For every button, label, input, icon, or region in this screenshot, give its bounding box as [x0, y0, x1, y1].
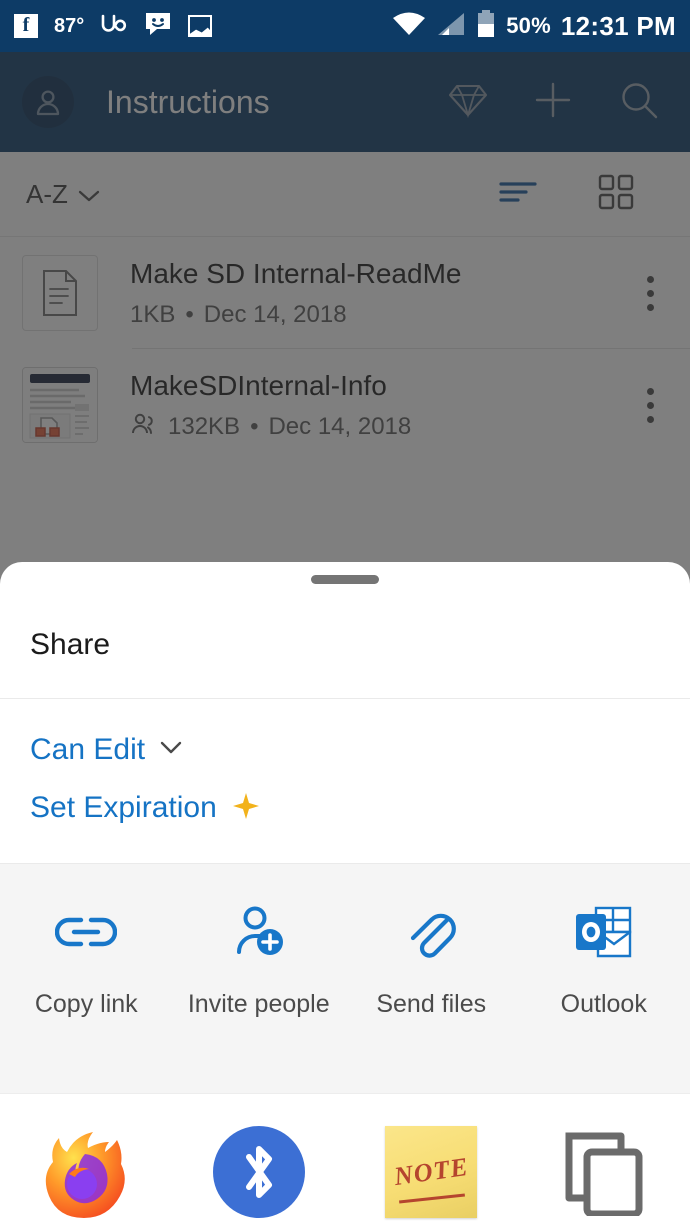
facebook-icon: f — [14, 14, 38, 38]
firefox-icon — [38, 1126, 134, 1220]
set-expiration-label: Set Expiration — [30, 791, 217, 824]
battery-percent: 50% — [506, 13, 551, 38]
share-options-block: Can Edit Set Expiration — [0, 699, 690, 864]
chevron-down-icon — [159, 740, 183, 760]
send-files-label: Send files — [376, 990, 487, 1018]
link-icon — [55, 904, 118, 960]
send-files-action[interactable]: Send files — [345, 864, 518, 1019]
note-icon-label: NOTE — [392, 1151, 471, 1192]
outlook-action[interactable]: Outlook — [518, 864, 690, 1019]
wifi-full-icon — [392, 11, 426, 42]
copy-link-label: Copy link — [34, 990, 138, 1018]
bluetooth-app-target[interactable] — [173, 1126, 346, 1218]
permission-label: Can Edit — [30, 733, 146, 766]
status-bar-left: f 87° — [14, 11, 213, 42]
copy-link-action[interactable]: Copy link — [0, 864, 173, 1019]
messages-smiley-icon — [144, 11, 172, 42]
add-person-icon — [231, 904, 287, 960]
clock-time: 12:31 PM — [560, 10, 676, 41]
invite-people-action[interactable]: Invite people — [173, 864, 346, 1019]
share-bottom-sheet: Share Can Edit Set Expiration Copy link — [0, 562, 690, 1227]
set-expiration-button[interactable]: Set Expiration — [30, 779, 660, 837]
copy-to-clipboard-icon — [556, 1126, 652, 1216]
outlook-label: Outlook — [560, 990, 647, 1018]
copy-to-clipboard-target[interactable] — [518, 1126, 690, 1216]
drag-handle[interactable] — [311, 575, 379, 584]
outlook-icon — [575, 904, 632, 960]
share-target-apps-strip: NOTE — [0, 1094, 690, 1218]
note-icon: NOTE — [383, 1126, 479, 1218]
bluetooth-icon — [211, 1126, 307, 1218]
share-sheet-header: Share — [0, 575, 690, 699]
battery-half-icon — [476, 9, 496, 43]
upwork-icon — [100, 12, 128, 41]
screenshot-image-icon — [188, 15, 213, 37]
share-actions-strip: Copy link Invite people Send files Outlo… — [0, 864, 690, 1094]
share-sheet-title: Share — [30, 628, 111, 661]
weather-temperature: 87° — [54, 14, 85, 37]
note-app-target[interactable]: NOTE — [345, 1126, 518, 1218]
cellular-signal-icon — [436, 11, 466, 42]
firefox-app-target[interactable] — [0, 1126, 173, 1218]
status-bar-right: 50% 12:31 PM — [392, 9, 676, 43]
invite-people-label: Invite people — [187, 990, 330, 1018]
permission-selector[interactable]: Can Edit — [30, 721, 660, 779]
premium-sparkle-icon — [231, 791, 261, 826]
status-bar: f 87° 50% 12:31 PM — [0, 0, 690, 52]
paperclip-icon — [404, 904, 458, 960]
